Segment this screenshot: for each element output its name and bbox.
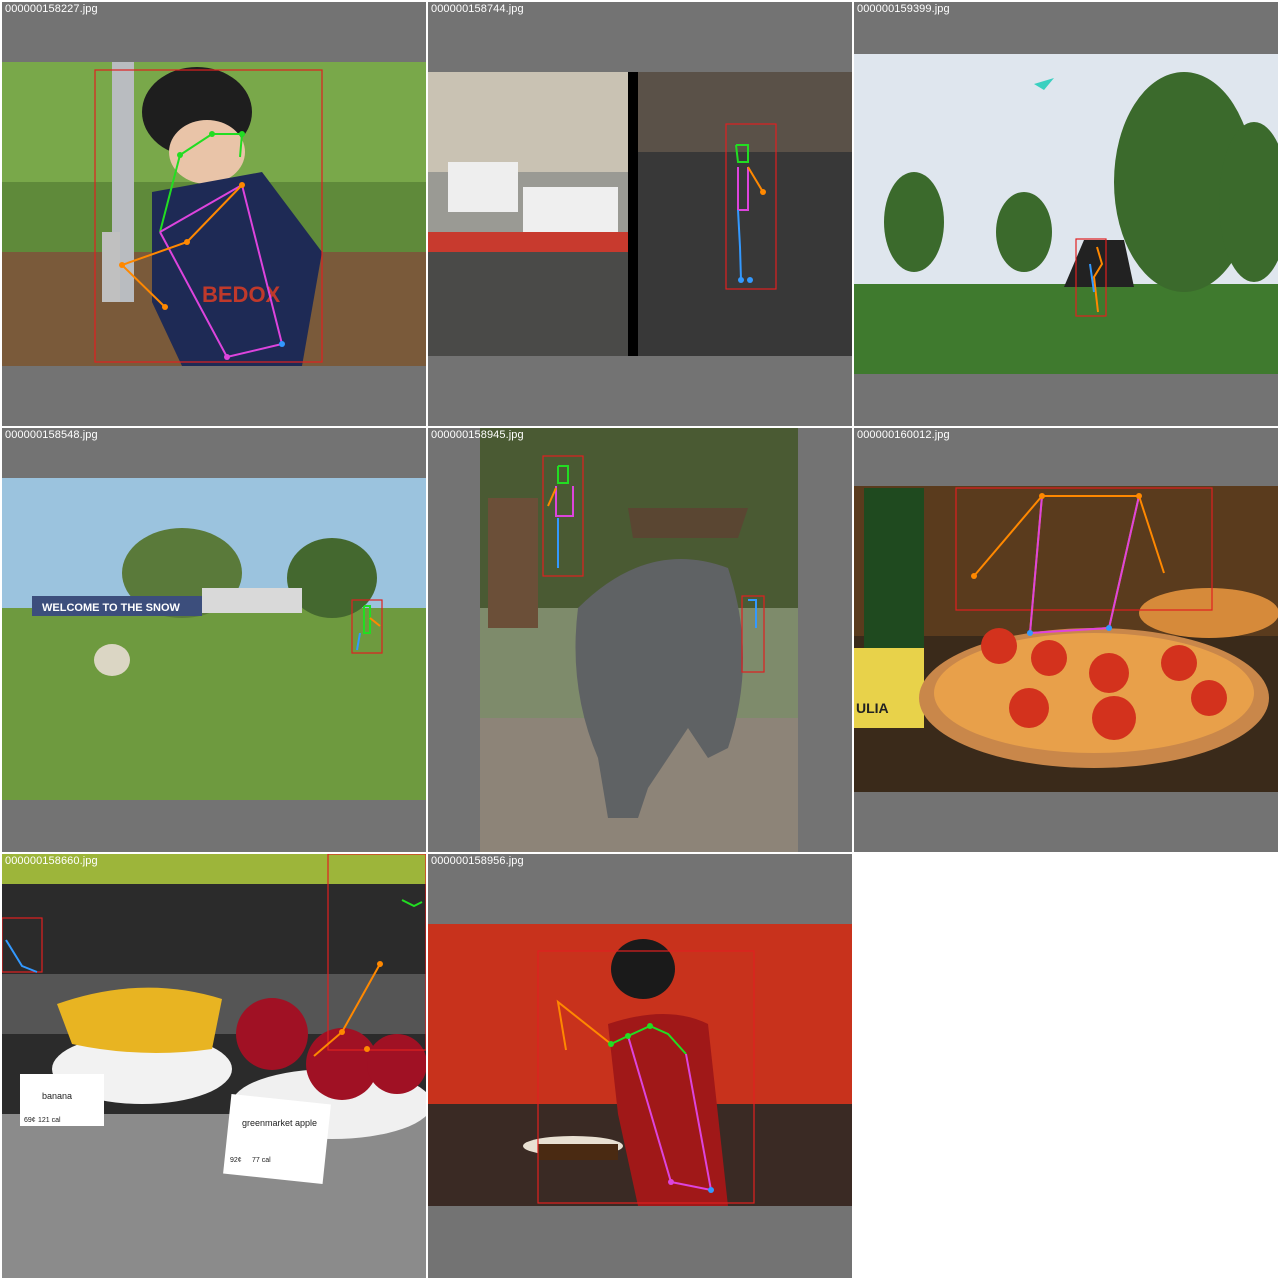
tile-5[interactable]: 000000158945.jpg: [428, 428, 852, 852]
photo-field-sheep: WELCOME TO THE SNOW: [2, 478, 426, 800]
tile-6[interactable]: ULIA 000000160012.jpg: [854, 428, 1278, 852]
tile-2[interactable]: 000000158744.jpg: [428, 2, 852, 426]
banner-text: WELCOME TO THE SNOW: [42, 602, 181, 614]
filename-label: 000000158227.jpg: [5, 3, 98, 15]
photo-fruit-counter: banana 69¢ 121 cal greenmarket apple 92¢…: [2, 854, 426, 1278]
filename-label: 000000158660.jpg: [5, 855, 98, 867]
photo-woman-cake: [428, 924, 852, 1206]
tile-8[interactable]: 000000158956.jpg: [428, 854, 852, 1278]
photo-park-kites: [854, 54, 1278, 374]
tile-4[interactable]: WELCOME TO THE SNOW 000000158548.jpg: [2, 428, 426, 852]
filename-label: 000000160012.jpg: [857, 429, 950, 441]
filename-label: 000000158945.jpg: [431, 429, 524, 441]
filename-label: 000000159399.jpg: [857, 3, 950, 15]
sign-apple-cal: 77 cal: [252, 1157, 271, 1164]
filename-label: 000000158744.jpg: [431, 3, 524, 15]
filename-label: 000000158956.jpg: [431, 855, 524, 867]
photo-street: [428, 72, 852, 356]
image-grid: BEDOX 000000158227.jpg 000000158744.jpg …: [0, 0, 1280, 1280]
sign-apple-name: greenmarket apple: [242, 1118, 317, 1128]
tile-3[interactable]: 000000159399.jpg: [854, 2, 1278, 426]
sign-banana-name: banana: [42, 1091, 72, 1101]
tile-1[interactable]: BEDOX 000000158227.jpg: [2, 2, 426, 426]
photo-baseball-kid: BEDOX: [2, 62, 426, 366]
photo-elephant: [480, 428, 798, 852]
filename-label: 000000158548.jpg: [5, 429, 98, 441]
bottle-text: ULIA: [856, 700, 889, 716]
sign-banana-cal: 121 cal: [38, 1117, 61, 1124]
tile-7[interactable]: banana 69¢ 121 cal greenmarket apple 92¢…: [2, 854, 426, 1278]
sign-apple-price: 92¢: [230, 1157, 242, 1164]
photo-pizza: ULIA: [854, 486, 1278, 792]
sign-banana-price: 69¢: [24, 1117, 36, 1124]
